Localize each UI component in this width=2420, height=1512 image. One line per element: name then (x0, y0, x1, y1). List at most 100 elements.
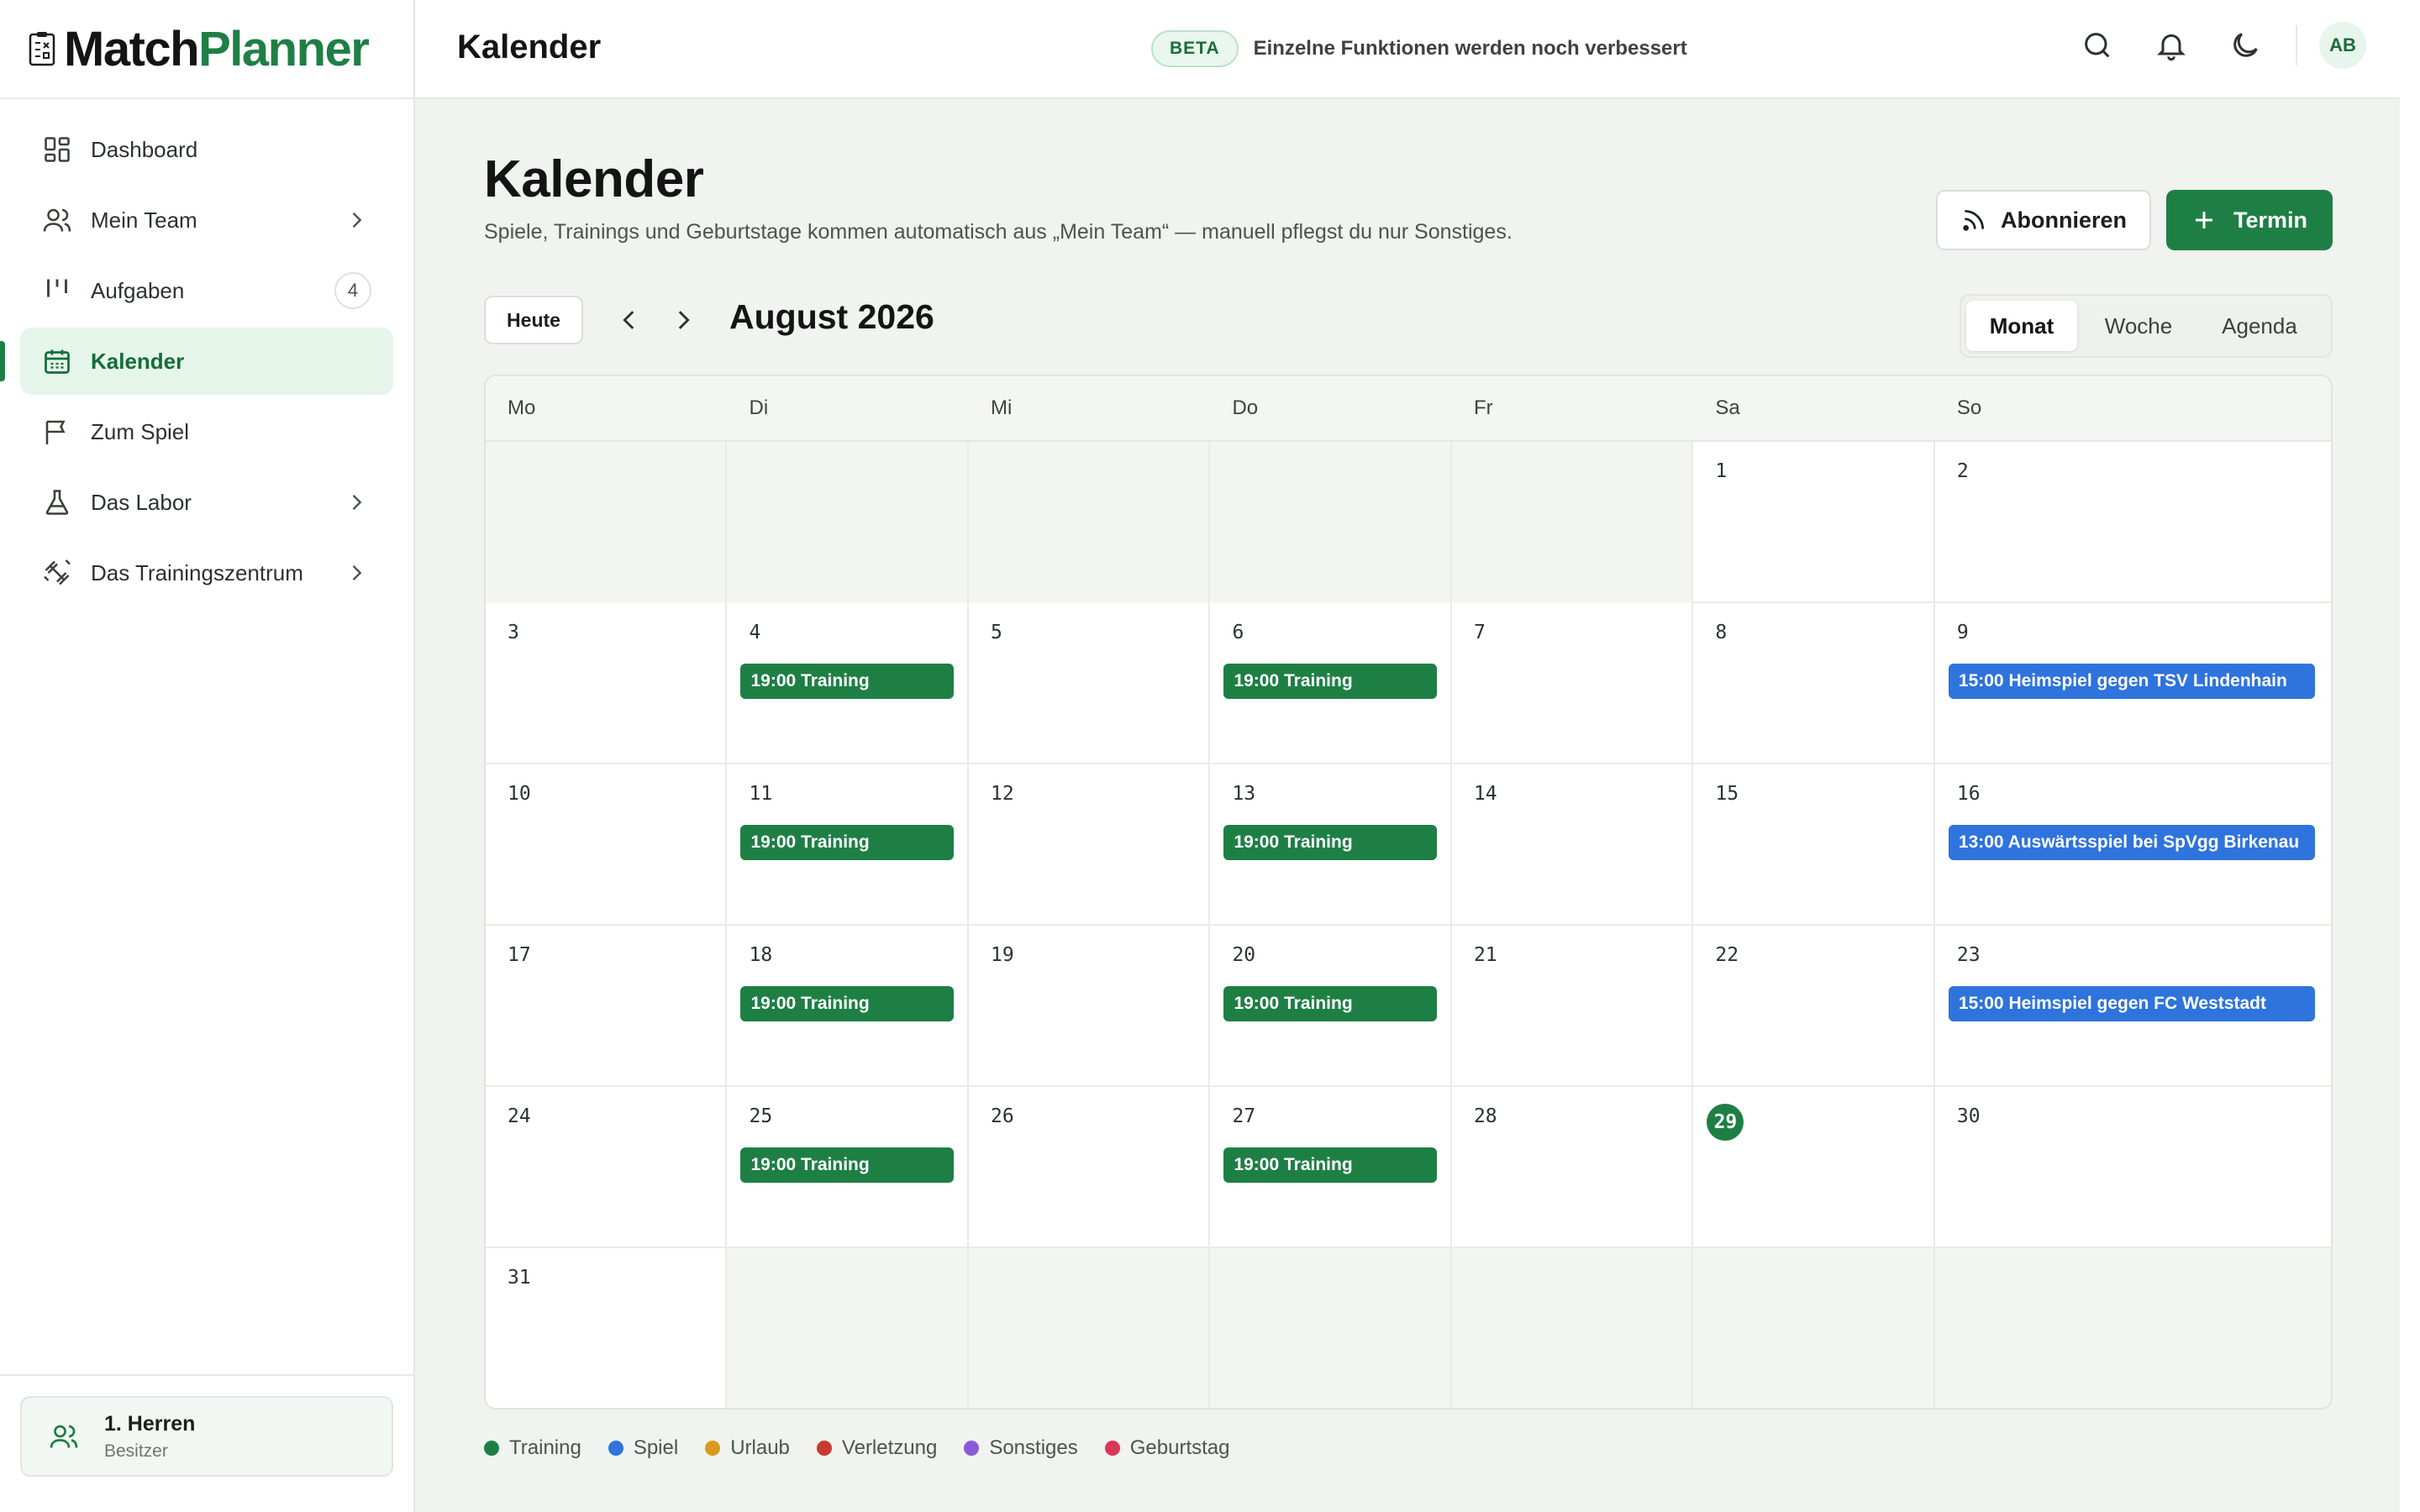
weekday-label: Do (1232, 396, 1259, 419)
day-number: 10 (508, 783, 531, 805)
calendar-day[interactable]: 26 (969, 1087, 1211, 1248)
legend-item: Sonstiges (964, 1436, 1078, 1460)
calendar-day[interactable]: 16 13:00 Auswärtsspiel bei SpVgg Birkenau (1935, 764, 2331, 926)
event-spiel[interactable]: 13:00 Auswärtsspiel bei SpVgg Birkenau (1948, 825, 2315, 860)
legend-dot (964, 1441, 980, 1456)
day-number: 28 (1473, 1105, 1497, 1127)
calendar-day[interactable]: 20 19:00 Training (1210, 926, 1452, 1087)
calendar-day[interactable]: 2 (1935, 442, 2331, 603)
day-number: 5 (990, 622, 1002, 643)
tab-monat[interactable]: Monat (1966, 301, 2077, 351)
calendar-day-empty (1451, 442, 1694, 603)
divider (2296, 25, 2297, 66)
bell-icon[interactable] (2154, 29, 2188, 62)
sidebar-item-zum-spiel[interactable]: Zum Spiel (20, 398, 393, 465)
calendar-day[interactable]: 22 (1693, 926, 1935, 1087)
legend-item: Verletzung (816, 1436, 938, 1460)
event-training[interactable]: 19:00 Training (740, 986, 955, 1021)
search-icon[interactable] (2081, 29, 2114, 62)
calendar-day[interactable]: 28 (1452, 1087, 1694, 1248)
weekday-label: So (1956, 396, 1982, 419)
weekday-label: Sa (1715, 396, 1740, 419)
calendar-icon (45, 349, 70, 374)
calendar-day[interactable]: 3 (486, 603, 728, 764)
sidebar-item-label: Aufgaben (91, 277, 185, 303)
user-avatar[interactable]: AB (2319, 22, 2366, 69)
day-number: 11 (749, 783, 773, 805)
calendar-day[interactable]: 7 (1452, 603, 1694, 764)
calendar-day[interactable]: 25 19:00 Training (727, 1087, 969, 1248)
chevron-right-icon[interactable] (669, 306, 697, 334)
day-number: 23 (1956, 944, 1981, 966)
calendar-day[interactable]: 12 (969, 764, 1211, 926)
calendar-day[interactable]: 23 15:00 Heimspiel gegen FC Weststadt (1935, 926, 2331, 1087)
event-training[interactable]: 19:00 Training (740, 1147, 955, 1183)
calendar-day-empty (1210, 1248, 1452, 1408)
calendar-day[interactable]: 14 (1452, 764, 1694, 926)
calendar-day[interactable]: 19 (969, 926, 1211, 1087)
legend-item: Urlaub (705, 1436, 790, 1460)
sidebar-item-das-trainingszentrum[interactable]: Das Trainingszentrum (20, 539, 393, 606)
calendar-day[interactable]: 4 19:00 Training (727, 603, 969, 764)
calendar-day[interactable]: 5 (969, 603, 1211, 764)
calendar-day[interactable]: 11 19:00 Training (727, 764, 969, 926)
calendar-day[interactable]: 17 (486, 926, 728, 1087)
day-number: 4 (749, 622, 761, 643)
calendar-day[interactable]: 21 (1452, 926, 1694, 1087)
sidebar-item-das-labor[interactable]: Das Labor (20, 469, 393, 536)
calendar-day[interactable]: 24 (486, 1087, 728, 1248)
sidebar-item-aufgaben[interactable]: Aufgaben 4 (20, 257, 393, 324)
calendar-day[interactable]: 1 (1693, 442, 1935, 603)
page-title: Kalender (484, 150, 704, 208)
day-number: 6 (1232, 622, 1244, 643)
tab-woche[interactable]: Woche (2077, 301, 2200, 351)
chevron-left-icon[interactable] (615, 306, 644, 334)
tab-agenda[interactable]: Agenda (2200, 301, 2319, 351)
sidebar: MatchPlanner Dashboard Mein Team Aufgabe… (0, 0, 415, 1512)
calendar-day[interactable]: 15 (1693, 764, 1935, 926)
weekday-header: Mo Di Mi Do Fr Sa So (486, 376, 2331, 442)
legend-label: Geburtstag (1129, 1436, 1230, 1459)
calendar-day[interactable]: 8 (1693, 603, 1935, 764)
team-switcher[interactable]: 1. Herren Besitzer (20, 1396, 393, 1477)
calendar-day[interactable]: 27 19:00 Training (1210, 1087, 1452, 1248)
event-training[interactable]: 19:00 Training (1223, 1147, 1438, 1183)
calendar-day[interactable]: 6 19:00 Training (1210, 603, 1452, 764)
sidebar-item-label: Mein Team (91, 207, 197, 233)
brand[interactable]: MatchPlanner (0, 0, 413, 99)
subscribe-button[interactable]: Abonnieren (1936, 190, 2151, 250)
calendar-day[interactable]: 30 (1935, 1087, 2331, 1248)
event-training[interactable]: 19:00 Training (1223, 664, 1438, 699)
legend-label: Verletzung (841, 1436, 938, 1459)
event-training[interactable]: 19:00 Training (740, 664, 955, 699)
page-subtitle: Spiele, Trainings und Geburtstage kommen… (484, 220, 1512, 244)
day-number: 31 (508, 1267, 531, 1289)
topbar: Kalender BETA Einzelne Funktionen werden… (415, 0, 2400, 99)
sidebar-item-kalender[interactable]: Kalender (0, 328, 393, 395)
day-number: 17 (508, 944, 531, 966)
sidebar-item-mein-team[interactable]: Mein Team (20, 186, 393, 254)
sidebar-item-dashboard[interactable]: Dashboard (20, 116, 393, 183)
calendar-day[interactable]: 31 (486, 1248, 728, 1408)
team-role: Besitzer (104, 1441, 168, 1461)
calendar-day[interactable]: 29 (1693, 1087, 1935, 1248)
scrollbar-track[interactable] (2400, 0, 2420, 1512)
calendar-day[interactable]: 13 19:00 Training (1210, 764, 1452, 926)
event-training[interactable]: 19:00 Training (740, 825, 955, 860)
day-number: 18 (749, 944, 773, 966)
event-spiel[interactable]: 15:00 Heimspiel gegen TSV Lindenhain (1948, 664, 2315, 699)
event-training[interactable]: 19:00 Training (1223, 825, 1438, 860)
calendar-day[interactable]: 18 19:00 Training (727, 926, 969, 1087)
dashboard-icon (45, 137, 70, 162)
legend-dot (705, 1441, 721, 1456)
event-training[interactable]: 19:00 Training (1223, 986, 1438, 1021)
day-number: 3 (508, 622, 519, 643)
moon-icon[interactable] (2228, 29, 2262, 62)
event-spiel[interactable]: 15:00 Heimspiel gegen FC Weststadt (1948, 986, 2315, 1021)
weekday-label: Mo (508, 396, 536, 419)
add-event-button[interactable]: Termin (2166, 190, 2333, 250)
calendar-day[interactable]: 9 15:00 Heimspiel gegen TSV Lindenhain (1935, 603, 2331, 764)
calendar-week: 17 18 19:00 Training 19 20 19:00 Training 21 22… (486, 926, 2331, 1087)
today-button[interactable]: Heute (484, 296, 583, 344)
calendar-day[interactable]: 10 (486, 764, 728, 926)
